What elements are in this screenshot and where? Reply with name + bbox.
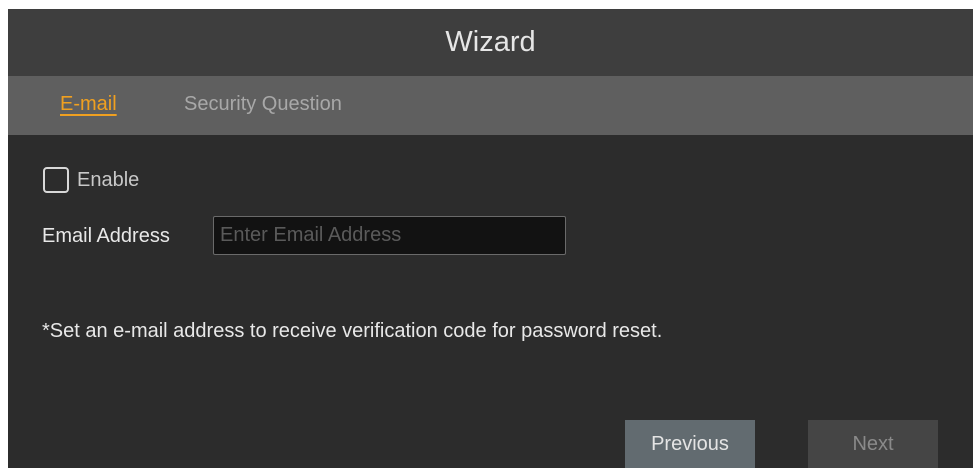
tab-email[interactable]: E-mail: [60, 93, 117, 116]
enable-checkbox[interactable]: [43, 167, 69, 193]
previous-button[interactable]: Previous: [625, 420, 755, 468]
dialog-title: Wizard: [445, 26, 536, 58]
email-address-input[interactable]: [213, 216, 566, 255]
title-bar: Wizard: [8, 9, 973, 76]
tab-security-question[interactable]: Security Question: [184, 93, 342, 116]
email-address-label: Email Address: [42, 225, 170, 247]
wizard-dialog: Wizard E-mail Security Question Enable E…: [8, 9, 973, 468]
email-hint-note: *Set an e-mail address to receive verifi…: [42, 320, 663, 342]
next-button[interactable]: Next: [808, 420, 938, 468]
enable-label: Enable: [77, 168, 140, 191]
tab-bar: E-mail Security Question: [8, 76, 973, 135]
enable-toggle[interactable]: Enable: [43, 167, 139, 193]
